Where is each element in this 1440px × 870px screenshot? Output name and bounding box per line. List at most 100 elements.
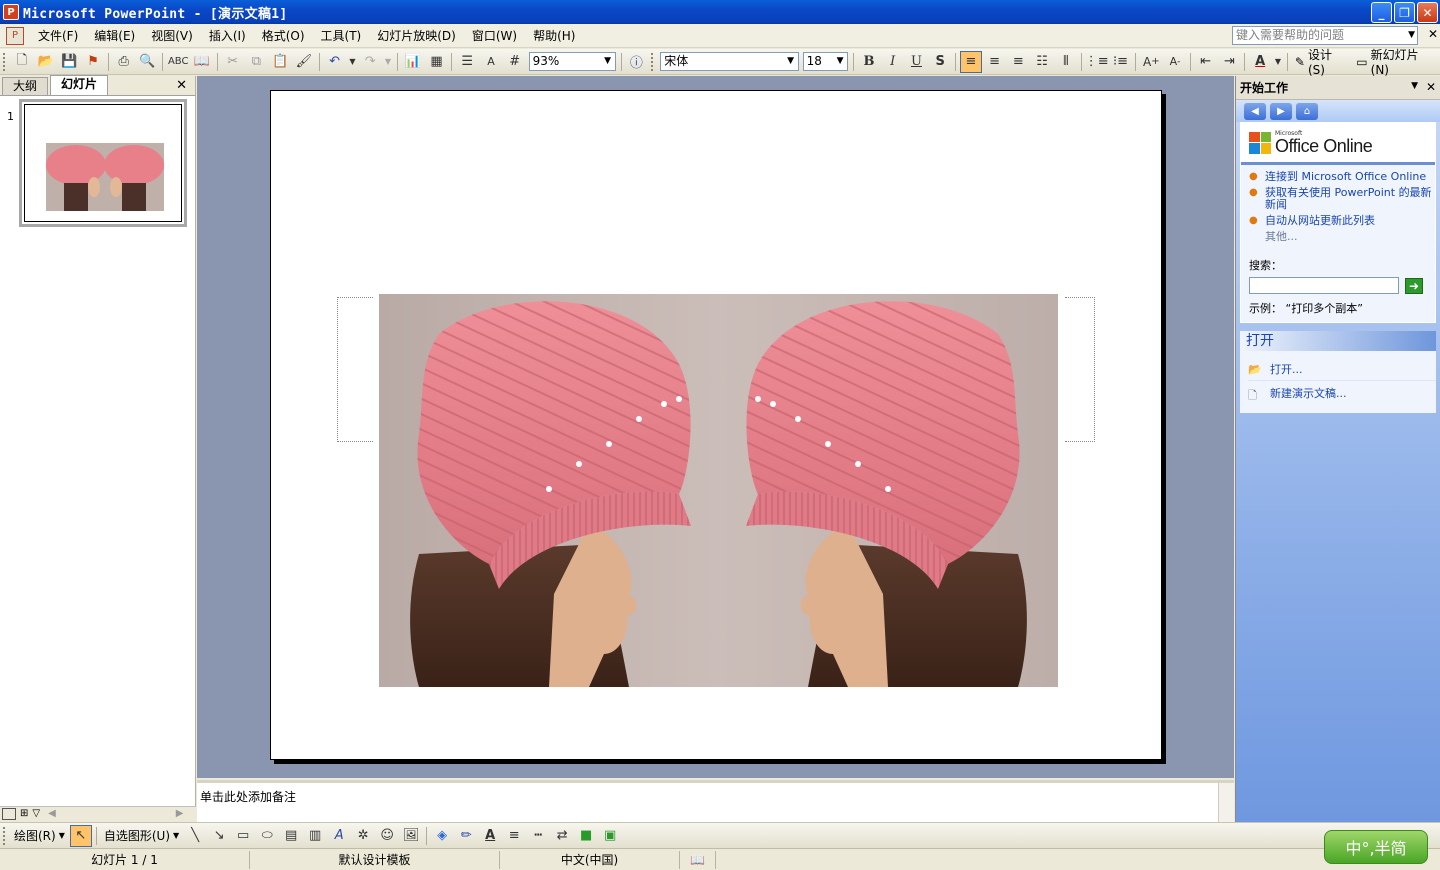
ime-indicator[interactable]: 中°,半简 <box>1324 830 1428 864</box>
normal-view-icon[interactable] <box>2 807 16 820</box>
restore-button[interactable]: ❐ <box>1394 2 1415 23</box>
scroll-right-icon[interactable]: ▶ <box>176 808 184 819</box>
copy-icon[interactable]: ⧉ <box>246 51 268 73</box>
menu-help[interactable]: 帮助(H) <box>525 26 583 46</box>
textbox-icon[interactable]: ▤ <box>280 825 302 847</box>
distribute-icon[interactable]: ☷ <box>1031 51 1053 73</box>
link-more[interactable]: 其他... <box>1249 231 1435 243</box>
font-color-icon[interactable]: A <box>479 825 501 847</box>
chevron-down-icon[interactable]: ▼ <box>1411 81 1418 91</box>
line-style-icon[interactable]: ≡ <box>503 825 525 847</box>
line-icon[interactable]: ╲ <box>184 825 206 847</box>
show-formatting-icon[interactable]: A <box>480 51 502 73</box>
menu-file[interactable]: 文件(F) <box>30 26 86 46</box>
format-painter-icon[interactable]: 🖌 <box>293 51 315 73</box>
insert-table-icon[interactable]: ▦ <box>426 51 448 73</box>
hat-picture[interactable] <box>379 294 1058 687</box>
menu-format[interactable]: 格式(O) <box>254 26 313 46</box>
close-icon[interactable]: ✕ <box>1426 80 1436 94</box>
tab-outline[interactable]: 大纲 <box>2 77 49 95</box>
close-pane-icon[interactable]: ✕ <box>176 78 187 93</box>
print-icon[interactable]: ⎙ <box>113 51 135 73</box>
arrow-style-icon[interactable]: ⇄ <box>551 825 573 847</box>
decrease-indent-icon[interactable]: ⇤ <box>1195 51 1217 73</box>
insert-picture-icon[interactable]: 🖼 <box>400 825 422 847</box>
slide-thumbnail[interactable] <box>19 99 187 227</box>
font-color-dropdown-icon[interactable]: ▼ <box>1273 51 1283 73</box>
minimize-button[interactable]: _ <box>1371 2 1392 23</box>
notes-placeholder[interactable]: 单击此处添加备注 <box>200 788 296 805</box>
shadow-style-icon[interactable]: ■ <box>575 825 597 847</box>
chevron-down-icon[interactable]: ▼ <box>834 53 846 70</box>
font-name-select[interactable]: 宋体 ▼ <box>660 52 799 71</box>
link-latest-news[interactable]: ● 获取有关使用 PowerPoint 的最新新闻 <box>1249 187 1435 211</box>
link-auto-update[interactable]: ● 自动从网站更新此列表 <box>1249 215 1435 227</box>
undo-dropdown-icon[interactable]: ▼ <box>347 51 357 73</box>
save-icon[interactable]: 💾 <box>58 51 80 73</box>
notes-pane[interactable]: 单击此处添加备注 <box>197 780 1234 822</box>
search-input[interactable] <box>1249 277 1399 294</box>
print-preview-icon[interactable]: 🔍 <box>137 51 159 73</box>
right-placeholder[interactable] <box>1065 297 1095 442</box>
search-go-icon[interactable]: ➜ <box>1405 277 1423 294</box>
redo-dropdown-icon[interactable]: ▼ <box>383 51 393 73</box>
open-folder-icon[interactable]: 📂 <box>35 51 57 73</box>
left-placeholder[interactable] <box>337 297 373 442</box>
increase-indent-icon[interactable]: ⇥ <box>1219 51 1241 73</box>
menu-view[interactable]: 视图(V) <box>143 26 201 46</box>
scroll-left-icon[interactable]: ◀ <box>48 808 56 819</box>
menu-tools[interactable]: 工具(T) <box>313 26 370 46</box>
home-icon[interactable]: ⌂ <box>1296 102 1318 120</box>
draw-menu-button[interactable]: 绘图(R) ▼ <box>10 827 69 844</box>
spelling-icon[interactable]: ABC <box>167 51 189 73</box>
toolbar-grip[interactable] <box>651 52 655 71</box>
italic-button[interactable]: I <box>882 51 904 73</box>
zoom-select[interactable]: 93% ▼ <box>528 52 616 71</box>
font-color-icon[interactable]: A <box>1249 51 1271 73</box>
new-document-icon[interactable]: 🗋 <box>11 51 33 73</box>
text-direction-icon[interactable]: ⫴ <box>1055 51 1077 73</box>
autoshapes-button[interactable]: 自选图形(U) ▼ <box>100 827 183 844</box>
toolbar-grip[interactable] <box>3 826 7 845</box>
wordart-icon[interactable]: A <box>328 825 350 847</box>
menu-window[interactable]: 窗口(W) <box>464 26 525 46</box>
dash-style-icon[interactable]: ┅ <box>527 825 549 847</box>
forward-icon[interactable]: ▶ <box>1270 102 1292 120</box>
notes-scrollbar[interactable] <box>1218 783 1234 822</box>
chevron-down-icon[interactable]: ▼ <box>1408 27 1415 44</box>
powerpoint-app-icon[interactable]: P <box>3 4 19 20</box>
cut-icon[interactable]: ✂ <box>222 51 244 73</box>
underline-button[interactable]: U <box>906 51 928 73</box>
design-button[interactable]: ✎ 设计(S) <box>1291 46 1352 77</box>
paste-icon[interactable]: 📋 <box>269 51 291 73</box>
help-icon[interactable]: ⓘ <box>626 51 648 73</box>
menu-edit[interactable]: 编辑(E) <box>86 26 143 46</box>
line-color-icon[interactable]: ✏ <box>455 825 477 847</box>
slide-canvas[interactable] <box>270 90 1162 760</box>
bold-button[interactable]: B <box>858 51 880 73</box>
shadow-button[interactable]: S <box>929 51 951 73</box>
undo-icon[interactable]: ↶ <box>324 51 346 73</box>
fill-color-icon[interactable]: ◈ <box>431 825 453 847</box>
rectangle-icon[interactable]: ▭ <box>232 825 254 847</box>
new-slide-button[interactable]: ▭ 新幻灯片(N) <box>1352 46 1440 77</box>
oval-icon[interactable]: ⬭ <box>256 825 278 847</box>
help-search-input[interactable]: 键入需要帮助的问题 ▼ <box>1232 26 1418 45</box>
redo-icon[interactable]: ↷ <box>359 51 381 73</box>
align-left-icon[interactable]: ≡ <box>960 50 982 73</box>
chevron-down-icon[interactable]: ▼ <box>602 53 614 70</box>
back-icon[interactable]: ◀ <box>1244 102 1266 120</box>
slide-sorter-icon[interactable]: ⊞ <box>20 808 28 819</box>
arrow-icon[interactable]: ↘ <box>208 825 230 847</box>
document-icon[interactable]: P <box>6 26 24 45</box>
permission-icon[interactable]: ⚑ <box>82 51 104 73</box>
increase-font-icon[interactable]: A + <box>1140 51 1162 73</box>
insert-chart-icon[interactable]: 📊 <box>402 51 424 73</box>
font-size-select[interactable]: 18 ▼ <box>802 52 849 71</box>
open-file-link[interactable]: 📂 打开... <box>1248 357 1436 381</box>
diagram-icon[interactable]: ✲ <box>352 825 374 847</box>
office-online-logo[interactable]: Microsoft Office Online <box>1241 123 1435 165</box>
clipart-icon[interactable]: ☺ <box>376 825 398 847</box>
decrease-font-icon[interactable]: A- <box>1164 51 1186 73</box>
menu-insert[interactable]: 插入(I) <box>201 26 254 46</box>
